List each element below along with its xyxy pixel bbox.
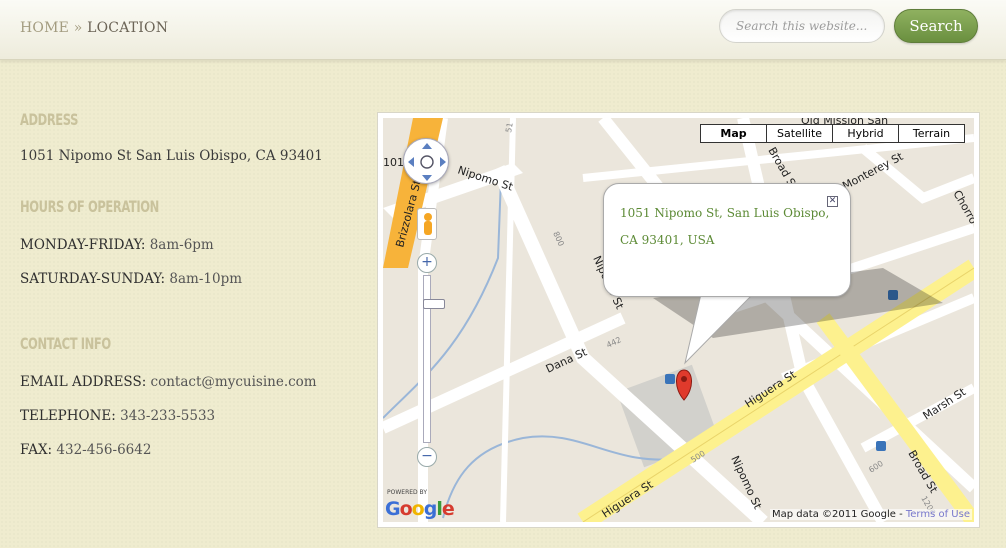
hours-weekday: MONDAY-FRIDAY: 8am-6pm: [20, 237, 214, 253]
phone-label: TELEPHONE:: [20, 408, 116, 424]
label-route: 101: [383, 156, 404, 169]
zoom-in-button[interactable]: +: [417, 253, 437, 273]
zoom-slider-track[interactable]: [423, 275, 445, 443]
map-roads: Nipomo St Brizzolara St Dana St Higuera …: [383, 118, 974, 522]
site-header: HOME » LOCATION Search: [0, 0, 1006, 60]
breadcrumb: HOME » LOCATION: [20, 20, 168, 36]
search-input[interactable]: [719, 9, 885, 43]
pan-control[interactable]: [403, 138, 449, 184]
address-heading: ADDRESS: [20, 110, 78, 129]
contact-heading: CONTACT INFO: [20, 334, 111, 353]
weekday-value: 8am-6pm: [149, 237, 214, 253]
fax-value: 432-456-6642: [56, 442, 152, 458]
map-type-map[interactable]: Map: [700, 124, 767, 143]
map-type-satellite[interactable]: Satellite: [766, 124, 833, 143]
map-frame: Nipomo St Brizzolara St Dana St Higuera …: [377, 112, 980, 528]
breadcrumb-current: LOCATION: [87, 20, 169, 36]
address-text: 1051 Nipomo St San Luis Obispo, CA 93401: [20, 148, 323, 164]
email-label: EMAIL ADDRESS:: [20, 374, 147, 390]
label-num-800: 800: [551, 230, 566, 248]
powered-by-label: POWERED BY: [387, 489, 428, 496]
weekend-label: SATURDAY-SUNDAY:: [20, 271, 166, 287]
fax-label: FAX:: [20, 442, 53, 458]
label-num-600: 600: [867, 459, 885, 475]
breadcrumb-home[interactable]: HOME: [20, 20, 69, 36]
weekend-value: 8am-10pm: [169, 271, 243, 287]
label-num-51: 51: [504, 122, 515, 134]
contact-phone: TELEPHONE: 343-233-5533: [20, 408, 215, 424]
transit-icon: [665, 374, 675, 384]
label-chorro: Chorro: [950, 188, 974, 227]
map-road-broad: [816, 313, 974, 522]
contact-fax: FAX: 432-456-6642: [20, 442, 151, 458]
label-marsh: Marsh St: [921, 385, 969, 423]
weekday-label: MONDAY-FRIDAY:: [20, 237, 146, 253]
map-info-window: ✕ 1051 Nipomo St, San Luis Obispo, CA 93…: [603, 183, 851, 297]
map-canvas[interactable]: Nipomo St Brizzolara St Dana St Higuera …: [383, 118, 974, 522]
contact-email: EMAIL ADDRESS: contact@mycuisine.com: [20, 374, 317, 390]
attribution-text: Map data ©2011 Google -: [772, 509, 906, 520]
phone-value: 343-233-5533: [120, 408, 216, 424]
map-type-selector: Map Satellite Hybrid Terrain: [700, 124, 965, 143]
hours-weekend: SATURDAY-SUNDAY: 8am-10pm: [20, 271, 242, 287]
hours-heading: HOURS OF OPERATION: [20, 197, 159, 216]
pan-hand-icon: [408, 143, 446, 181]
zoom-control: + −: [417, 253, 445, 467]
map-type-hybrid[interactable]: Hybrid: [832, 124, 899, 143]
terms-of-use-link[interactable]: Terms of Use: [906, 509, 970, 520]
info-address-line-2: CA 93401, USA: [620, 233, 715, 247]
email-value[interactable]: contact@mycuisine.com: [151, 374, 317, 390]
google-logo[interactable]: Google: [385, 498, 455, 520]
zoom-out-button[interactable]: −: [417, 447, 437, 467]
breadcrumb-separator: »: [73, 20, 83, 36]
transit-icon: [876, 441, 886, 451]
zoom-slider-knob[interactable]: [423, 299, 445, 309]
map-type-terrain[interactable]: Terrain: [898, 124, 965, 143]
close-icon[interactable]: ✕: [827, 196, 838, 207]
search-button[interactable]: Search: [894, 9, 978, 43]
pegman-icon[interactable]: [417, 208, 437, 240]
info-address-line-1: 1051 Nipomo St, San Luis Obispo,: [620, 206, 830, 220]
map-attribution: Map data ©2011 Google - Terms of Use: [770, 509, 972, 520]
label-num-442: 442: [605, 335, 623, 350]
